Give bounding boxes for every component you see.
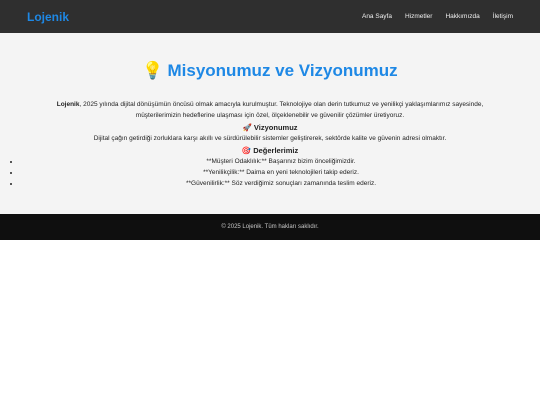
vision-text: Dijital çağın getirdiği zorluklara karşı…: [93, 135, 447, 142]
values-list: **Müşteri Odaklılık:** Başarınız bizim ö…: [20, 156, 540, 189]
intro-brand: Lojenik: [56, 101, 80, 108]
about-section: 💡 Misyonumuz ve Vizyonumuz Lojenik, 2025 …: [0, 33, 540, 214]
list-item: **Yenilikçilik:** Daima en yeni teknoloj…: [20, 167, 540, 178]
values-heading-text: Değerlerimiz: [253, 146, 299, 155]
page-title-text: Misyonumuz ve Vizyonumuz: [167, 61, 398, 80]
copyright-text: © 2025 Lojenik. Tüm hakları saklıdır.: [221, 224, 319, 230]
vision-heading: 🚀 Vizyonumuz: [0, 122, 540, 133]
page-title: 💡 Misyonumuz ve Vizyonumuz: [0, 33, 540, 81]
intro-paragraph: Lojenik, 2025 yılında dijital dönüşümün …: [0, 99, 540, 121]
intro-line-1: , 2025 yılında dijital dönüşümün öncüsü …: [79, 101, 484, 108]
vision-heading-text: Vizyonumuz: [253, 123, 298, 132]
nav-link-home[interactable]: Ana Sayfa: [362, 13, 392, 20]
nav-link-services[interactable]: Hizmetler: [405, 13, 432, 20]
main-nav: Ana Sayfa Hizmetler Hakkımızda İletişim: [362, 13, 513, 20]
page-footer: © 2025 Lojenik. Tüm hakları saklıdır.: [0, 214, 540, 240]
lightbulb-icon: 💡: [142, 61, 164, 80]
values-heading: 🎯 Değerlerimiz: [0, 145, 540, 156]
nav-link-about[interactable]: Hakkımızda: [445, 13, 479, 20]
target-icon: 🎯: [241, 146, 252, 155]
rocket-icon: 🚀: [242, 123, 252, 132]
list-item: **Güvenilirlik:** Söz verdiğimiz sonuçla…: [20, 178, 540, 189]
list-item: **Müşteri Odaklılık:** Başarınız bizim ö…: [20, 156, 540, 167]
nav-link-contact[interactable]: İletişim: [493, 13, 513, 20]
top-navbar: Lojenik Ana Sayfa Hizmetler Hakkımızda İ…: [0, 0, 540, 33]
brand-logo-link[interactable]: Lojenik: [27, 10, 69, 24]
intro-line-2: müşterilerimizin hedeflerine ulaşması iç…: [135, 112, 405, 119]
